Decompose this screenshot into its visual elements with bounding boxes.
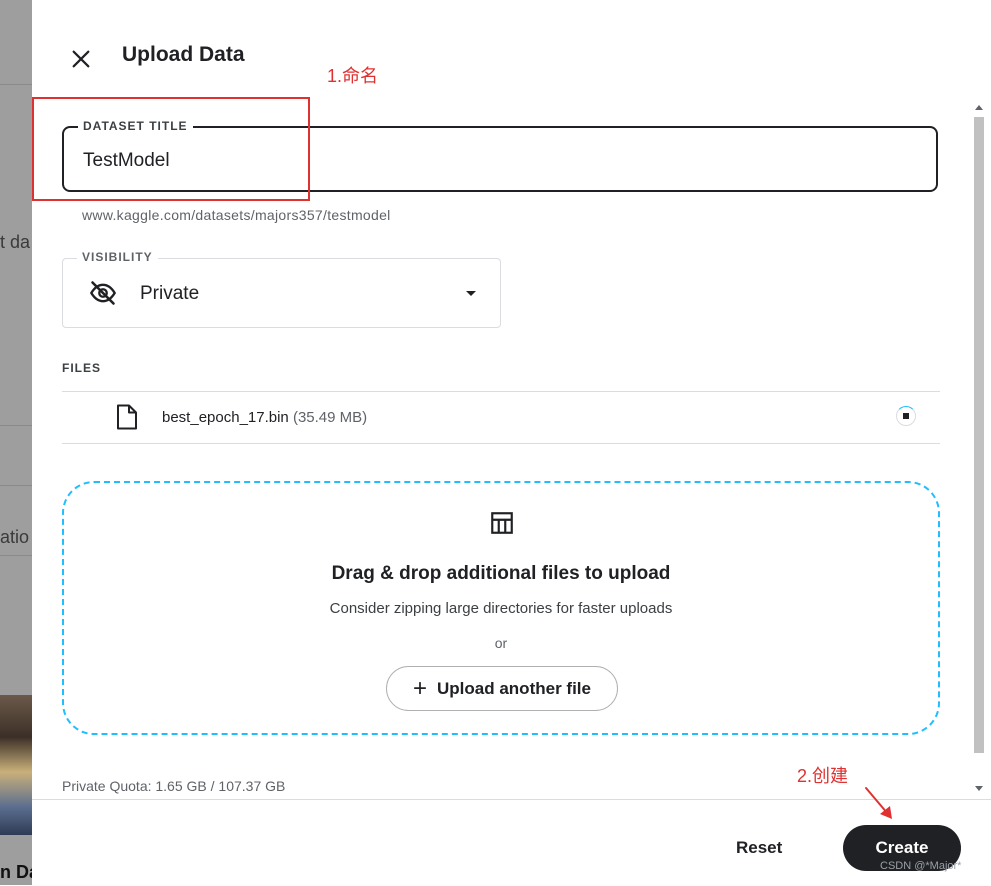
file-name: best_epoch_17.bin (35.49 MB)	[162, 409, 367, 426]
drawer-footer: Reset Create	[32, 799, 991, 886]
progress-arc	[896, 406, 916, 426]
private-quota: Private Quota: 1.65 GB / 107.37 GB	[62, 778, 286, 794]
drop-zone-subtext: Consider zipping large directories for f…	[329, 600, 673, 617]
bg-text-fragment: n Da	[0, 862, 32, 882]
visibility-value: Private	[140, 283, 200, 304]
close-icon	[72, 50, 90, 68]
bg-divider	[0, 485, 32, 486]
bg-divider	[0, 84, 32, 85]
bg-text-fragment: atio	[0, 527, 30, 547]
table-icon	[491, 512, 513, 534]
scroll-thumb[interactable]	[974, 117, 984, 753]
drawer-title: Upload Data	[122, 43, 245, 66]
plus-icon: +	[413, 674, 428, 702]
bg-divider	[0, 425, 32, 426]
files-heading: FILES	[62, 361, 102, 375]
bg-divider	[0, 555, 32, 556]
bg-photo	[0, 695, 32, 835]
close-button[interactable]	[65, 43, 97, 75]
annotation-arrow-icon	[865, 787, 892, 819]
annotation-highlight-box	[32, 97, 310, 201]
annotation-step-1: 1.命名	[327, 66, 379, 86]
dataset-url-hint: www.kaggle.com/datasets/majors357/testmo…	[82, 207, 391, 223]
file-icon	[117, 404, 137, 430]
file-size: (35.49 MB)	[292, 409, 368, 426]
scroll-up-icon[interactable]	[975, 105, 983, 110]
annotation-step-2: 2.创建	[797, 766, 849, 786]
visibility-label: VISIBILITY	[77, 250, 158, 264]
file-row: best_epoch_17.bin (35.49 MB)	[62, 391, 940, 444]
upload-button-label: Upload another file	[437, 678, 591, 698]
watermark: CSDN @*Major*	[880, 860, 962, 872]
drop-zone-or: or	[494, 635, 508, 651]
upload-another-file-button[interactable]: + Upload another file	[386, 666, 618, 711]
chevron-down-icon	[466, 291, 476, 296]
file-name-text: best_epoch_17.bin	[162, 409, 289, 426]
scroll-down-icon[interactable]	[975, 786, 983, 791]
upload-progress-stop-button[interactable]	[896, 406, 916, 426]
visibility-select[interactable]: VISIBILITY Private	[62, 250, 501, 328]
bg-text-fragment: t da	[0, 232, 31, 252]
drop-zone-heading: Drag & drop additional files to upload	[331, 563, 671, 584]
drop-zone[interactable]: Drag & drop additional files to upload C…	[62, 481, 940, 735]
background-page: t da atio n Da	[0, 0, 32, 885]
eye-off-icon	[89, 281, 117, 305]
reset-button[interactable]: Reset	[736, 838, 782, 858]
scrollbar[interactable]	[969, 97, 989, 797]
